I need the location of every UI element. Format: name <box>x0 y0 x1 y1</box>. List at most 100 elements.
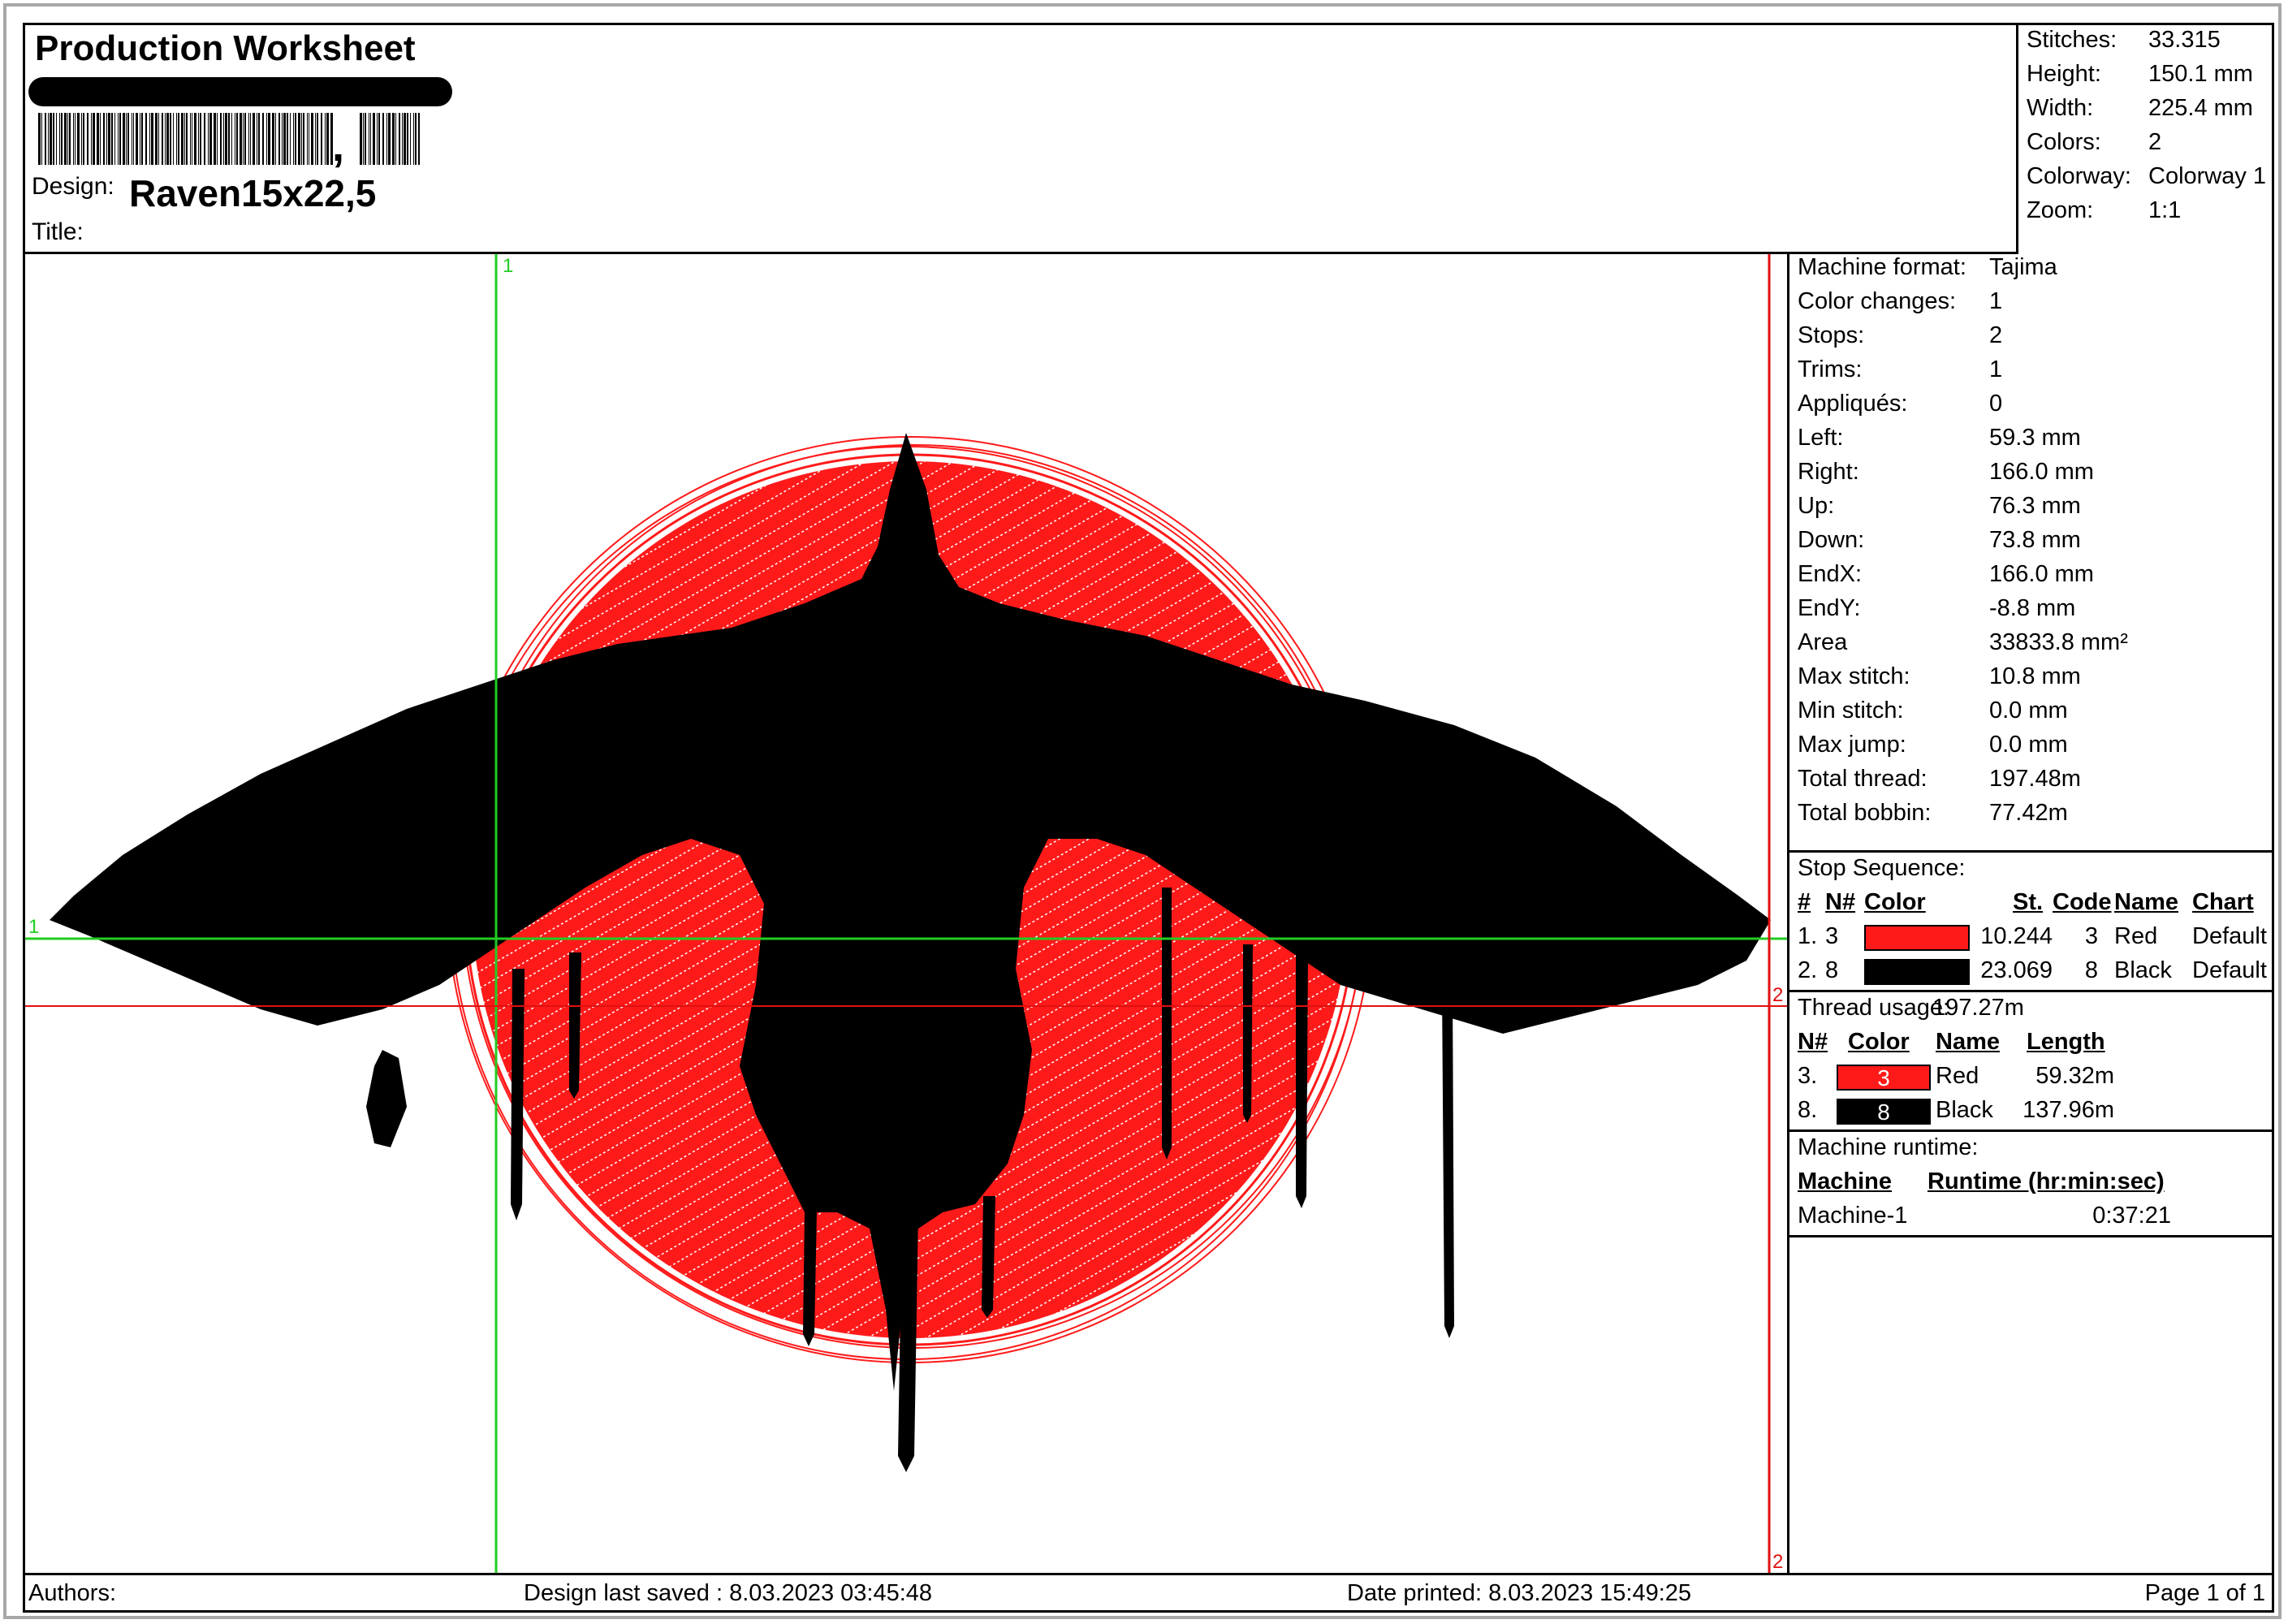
stats-key: Right: <box>1798 459 1859 485</box>
barcode-bar <box>373 113 375 165</box>
barcode-bar <box>250 113 251 165</box>
barcode-bar <box>295 113 296 165</box>
barcode-bar <box>311 113 313 165</box>
stats-value: -8.8 mm <box>1989 595 2076 621</box>
barcode-bar <box>415 113 417 165</box>
worksheet-frame: Production Worksheet , Design: Raven15x2… <box>23 23 2274 1613</box>
summary-key: Colors: <box>2027 129 2101 155</box>
barcode-mark: , <box>332 122 345 171</box>
worksheet-header: Production Worksheet , Design: Raven15x2… <box>25 25 2016 254</box>
stats-key: Appliqués: <box>1798 391 1908 417</box>
stats-value: 77.42m <box>1989 800 2068 826</box>
thread-color-name: Black <box>1936 1097 1993 1123</box>
barcode-bar <box>178 113 179 165</box>
stats-value: 0.0 mm <box>1989 698 2068 723</box>
barcode-bar <box>404 113 406 165</box>
barcode-bar <box>155 113 158 165</box>
barcode-bar <box>75 113 76 165</box>
stop-chart: Default <box>2192 923 2267 949</box>
thread-color-name: Red <box>1936 1063 1979 1089</box>
barcode-bar <box>365 113 366 165</box>
stats-value: 59.3 mm <box>1989 425 2081 451</box>
barcode-bar <box>326 113 329 165</box>
barcode-bar <box>377 113 378 165</box>
barcode-bar <box>151 113 153 165</box>
barcode-bar <box>194 113 196 165</box>
barcode-bar <box>81 113 82 165</box>
barcode-bar <box>240 113 242 165</box>
stats-key: Area <box>1798 629 1848 655</box>
barcode-bar <box>165 113 166 165</box>
barcode-bar <box>293 113 294 165</box>
summary-value: Colorway 1 <box>2148 163 2267 189</box>
stats-value: 73.8 mm <box>1989 527 2081 553</box>
barcode-bar <box>170 113 171 165</box>
stats-value: 0 <box>1989 391 2003 417</box>
barcode-bar <box>370 113 371 165</box>
barcode-bar <box>395 113 396 165</box>
thread-usage-total: 197.27m <box>1932 995 2024 1021</box>
barcode-bar <box>77 113 80 165</box>
barcode-bar <box>181 113 183 165</box>
info-panel: Machine format: Tajima Color changes: 1 St… <box>1787 254 2272 1573</box>
col-header-stitches: St. <box>2013 889 2044 915</box>
stats-value: Tajima <box>1989 254 2057 280</box>
barcode-bar <box>56 113 57 165</box>
barcode-bar <box>268 113 270 165</box>
col-header-name: Name <box>2114 889 2178 915</box>
stats-key: Up: <box>1798 493 1835 519</box>
barcode-bar <box>407 113 408 165</box>
title-label: Title: <box>32 218 84 245</box>
barcode-bar <box>127 113 129 165</box>
barcode-bar <box>48 113 49 165</box>
summary-key: Colorway: <box>2027 163 2131 189</box>
barcode-bar <box>282 113 283 165</box>
design-summary: Stitches: 33.315 Height: 150.1 mm Width: 22… <box>2016 25 2272 254</box>
stats-value: 76.3 mm <box>1989 493 2081 519</box>
barcode-bar <box>200 113 201 165</box>
summary-value: 1:1 <box>2148 197 2182 223</box>
barcode-bar <box>100 113 101 165</box>
barcode-bar <box>136 113 138 165</box>
summary-key: Height: <box>2027 61 2101 87</box>
divider <box>1789 1235 2272 1237</box>
design-canvas[interactable]: 1 1 2 2 <box>25 254 1787 1573</box>
barcode-bar <box>38 113 41 165</box>
barcode-bar <box>410 113 411 165</box>
barcode-bar <box>418 113 420 165</box>
divider <box>1789 850 2272 853</box>
barcode-bar <box>360 113 362 165</box>
barcode-bar <box>283 113 286 165</box>
col-header-machine: Machine <box>1798 1168 1893 1194</box>
barcode-bar <box>91 113 92 165</box>
barcode-bar <box>83 113 84 165</box>
stop-needle: 3 <box>1825 923 1839 949</box>
barcode-bar <box>231 113 232 165</box>
stats-key: Max jump: <box>1798 732 1906 758</box>
barcode-bar <box>69 113 71 165</box>
stats-value: 166.0 mm <box>1989 459 2094 485</box>
barcode-bar <box>114 113 115 165</box>
summary-key: Stitches: <box>2027 27 2117 53</box>
barcode-bar <box>290 113 291 165</box>
summary-value: 225.4 mm <box>2148 95 2253 121</box>
stop-sequence-title: Stop Sequence: <box>1798 855 1966 881</box>
stop-code: 8 <box>2084 957 2098 983</box>
stats-key: Stops: <box>1798 322 1865 348</box>
barcode-bar <box>225 113 227 165</box>
design-label: Design: <box>32 173 114 200</box>
barcode <box>38 113 420 165</box>
stats-key: Max stitch: <box>1798 663 1910 689</box>
barcode-bar <box>301 113 302 165</box>
machine-runtime-title: Machine runtime: <box>1798 1134 1979 1160</box>
barcode-bar <box>223 113 224 165</box>
barcode-bar <box>186 113 188 165</box>
barcode-bar <box>298 113 300 165</box>
summary-value: 150.1 mm <box>2148 61 2253 87</box>
stats-key: Left: <box>1798 425 1844 451</box>
barcode-bar <box>244 113 246 165</box>
green-horizontal-marker: 1 <box>28 916 39 938</box>
stats-key: Machine format: <box>1798 254 1966 280</box>
worksheet-title: Production Worksheet <box>35 28 416 68</box>
barcode-bar <box>399 113 400 165</box>
